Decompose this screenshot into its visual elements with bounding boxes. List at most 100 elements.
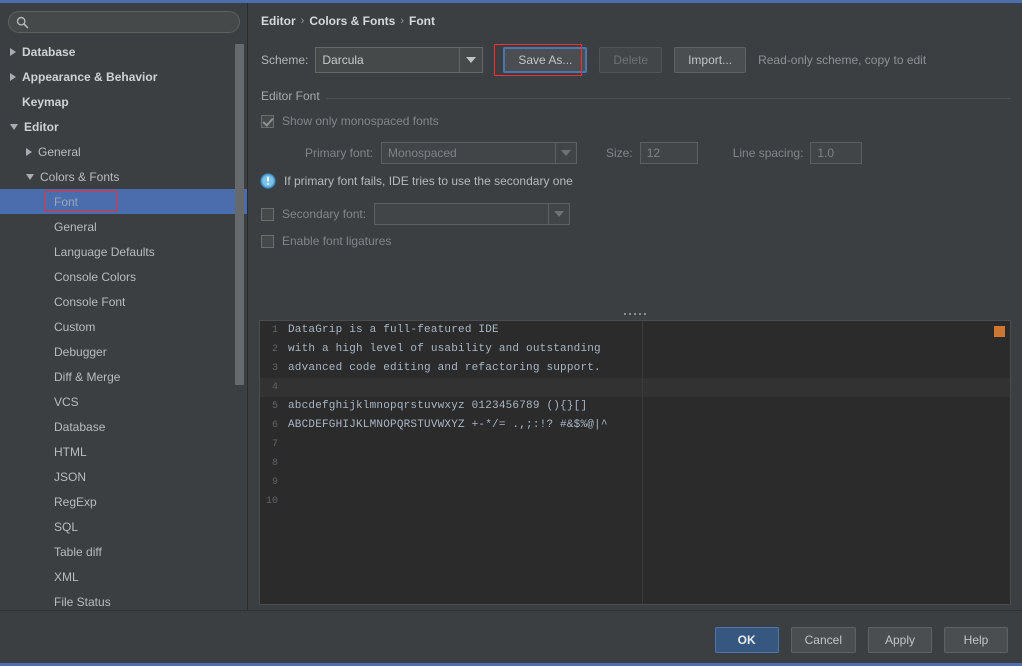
dialog-footer: OK Cancel Apply Help (0, 610, 1022, 663)
secondary-font-select (374, 203, 570, 225)
chevron-down-icon (548, 204, 569, 224)
font-ligatures-checkbox[interactable] (261, 235, 274, 248)
help-button[interactable]: Help (944, 627, 1008, 653)
info-icon (260, 173, 276, 189)
sidebar-item-xml[interactable]: XML (0, 564, 248, 589)
chevron-down-icon[interactable] (26, 174, 34, 180)
sidebar-item-label: VCS (54, 396, 79, 408)
preview-line: 9 (260, 473, 1010, 492)
preview-line: 7 (260, 435, 1010, 454)
breadcrumb-part-colors-and-fonts[interactable]: Colors & Fonts (309, 14, 395, 28)
breadcrumb-part-editor[interactable]: Editor (261, 14, 296, 28)
tree-spacer (42, 373, 48, 381)
sidebar-item-label: Editor (24, 121, 59, 133)
sidebar-item-label: Table diff (54, 546, 102, 558)
sidebar-item-sql[interactable]: SQL (0, 514, 248, 539)
sidebar-item-general[interactable]: General (0, 214, 248, 239)
tree-spacer (42, 548, 48, 556)
preview-line: 5abcdefghijklmnopqrstuvwxyz 0123456789 (… (260, 397, 1010, 416)
sidebar-item-label: HTML (54, 446, 87, 458)
sidebar-item-debugger[interactable]: Debugger (0, 339, 248, 364)
settings-tree[interactable]: Database Appearance & Behavior Keymap Edito… (0, 39, 248, 610)
line-number: 1 (260, 321, 282, 340)
tree-spacer (42, 498, 48, 506)
line-number: 9 (260, 473, 282, 492)
sidebar-item-console-font[interactable]: Console Font (0, 289, 248, 314)
sidebar-item-keymap[interactable]: Keymap (0, 89, 248, 114)
settings-content-panel: Editor › Colors & Fonts › Font Scheme: D… (249, 3, 1022, 610)
line-text: abcdefghijklmnopqrstuvwxyz 0123456789 ()… (282, 397, 1010, 416)
tree-spacer (42, 248, 48, 256)
delete-button: Delete (599, 47, 662, 73)
secondary-font-info-row: If primary font fails, IDE tries to use … (260, 173, 573, 189)
sidebar-item-colors-fonts[interactable]: Colors & Fonts (0, 164, 248, 189)
tree-spacer (42, 223, 48, 231)
size-input: 12 (640, 142, 698, 164)
line-text: DataGrip is a full-featured IDE (282, 321, 1010, 340)
sidebar-item-database[interactable]: Database (0, 39, 248, 64)
sidebar-item-label: Diff & Merge (54, 371, 120, 383)
sidebar-item-general[interactable]: General (0, 139, 248, 164)
sidebar-item-label: Colors & Fonts (40, 171, 119, 183)
sidebar-item-font[interactable]: Font (0, 189, 248, 214)
preview-marker-icon[interactable] (994, 326, 1005, 337)
line-number: 6 (260, 416, 282, 435)
sidebar-item-appearance-behavior[interactable]: Appearance & Behavior (0, 64, 248, 89)
search-input[interactable] (29, 15, 239, 29)
sidebar-item-table-diff[interactable]: Table diff (0, 539, 248, 564)
cancel-button[interactable]: Cancel (791, 627, 856, 653)
tree-spacer (42, 473, 48, 481)
tree-spacer (42, 573, 48, 581)
sidebar-item-regexp[interactable]: RegExp (0, 489, 248, 514)
search-box[interactable] (8, 11, 240, 33)
sidebar-item-label: File Status (54, 596, 111, 608)
sidebar-item-console-colors[interactable]: Console Colors (0, 264, 248, 289)
sidebar-item-editor[interactable]: Editor (0, 114, 248, 139)
sidebar-item-json[interactable]: JSON (0, 464, 248, 489)
line-number: 7 (260, 435, 282, 454)
sidebar-item-label: Appearance & Behavior (22, 71, 157, 83)
chevron-right-icon[interactable] (10, 73, 16, 81)
sidebar-item-label: Console Colors (54, 271, 136, 283)
show-monospaced-row[interactable]: Show only monospaced fonts (261, 114, 439, 128)
show-monospaced-checkbox[interactable] (261, 115, 274, 128)
sidebar-item-label: Console Font (54, 296, 125, 308)
sidebar-item-html[interactable]: HTML (0, 439, 248, 464)
breadcrumb-part-font[interactable]: Font (409, 14, 435, 28)
apply-button[interactable]: Apply (868, 627, 932, 653)
sidebar-item-diff-merge[interactable]: Diff & Merge (0, 364, 248, 389)
preview-code: 1DataGrip is a full-featured IDE2with a … (260, 321, 1010, 604)
chevron-down-icon[interactable] (459, 48, 482, 72)
preview-splitter[interactable] (259, 310, 1011, 320)
sidebar-item-file-status[interactable]: File Status (0, 589, 248, 610)
line-number: 10 (260, 492, 282, 511)
save-as-button[interactable]: Save As... (503, 47, 587, 73)
chevron-down-icon[interactable] (10, 124, 18, 130)
line-spacing-label: Line spacing: (733, 146, 804, 160)
font-ligatures-label: Enable font ligatures (282, 234, 391, 248)
splitter-grip-icon (624, 313, 646, 317)
sidebar-item-language-defaults[interactable]: Language Defaults (0, 239, 248, 264)
secondary-font-checkbox[interactable] (261, 208, 274, 221)
scheme-row: Scheme: Darcula Save As... Delete Import… (261, 47, 926, 73)
preview-line: 8 (260, 454, 1010, 473)
tree-spacer (42, 423, 48, 431)
sidebar-item-database[interactable]: Database (0, 414, 248, 439)
import-button[interactable]: Import... (674, 47, 746, 73)
sidebar-item-custom[interactable]: Custom (0, 314, 248, 339)
sidebar-search[interactable] (8, 11, 240, 33)
tree-spacer (42, 398, 48, 406)
font-preview-pane[interactable]: 1DataGrip is a full-featured IDE2with a … (259, 320, 1011, 605)
right-margin-guide (642, 321, 643, 604)
chevron-right-icon[interactable] (26, 148, 32, 156)
preview-line: 6ABCDEFGHIJKLMNOPQRSTUVWXYZ +-*/= .,;:!?… (260, 416, 1010, 435)
preview-line: 1DataGrip is a full-featured IDE (260, 321, 1010, 340)
chevron-right-icon[interactable] (10, 48, 16, 56)
secondary-font-row[interactable]: Secondary font: (261, 203, 570, 225)
font-ligatures-row[interactable]: Enable font ligatures (261, 234, 391, 248)
sidebar-scrollbar-thumb[interactable] (235, 44, 244, 385)
scheme-select[interactable]: Darcula (315, 47, 483, 73)
ok-button[interactable]: OK (715, 627, 779, 653)
group-divider (259, 98, 1011, 99)
sidebar-item-vcs[interactable]: VCS (0, 389, 248, 414)
